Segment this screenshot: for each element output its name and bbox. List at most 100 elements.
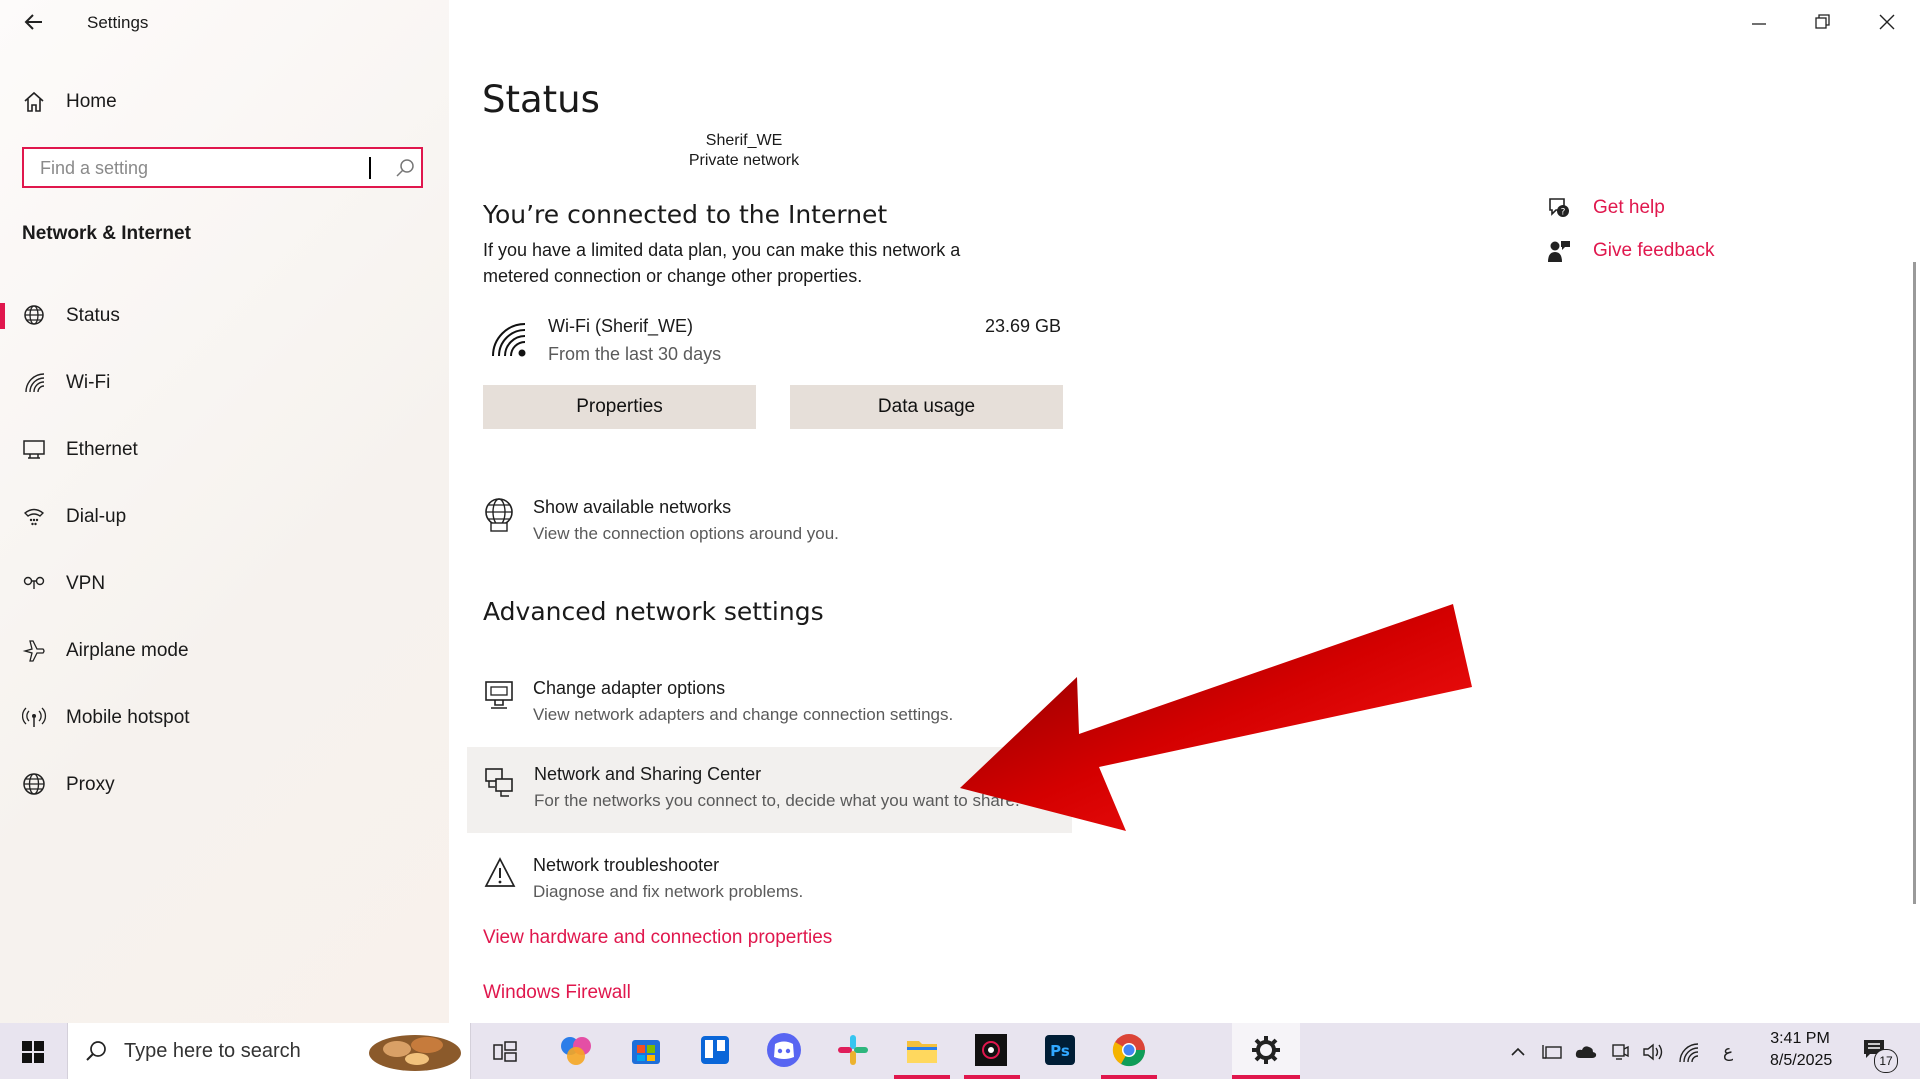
advanced-heading: Advanced network settings (483, 597, 824, 626)
sidebar: Settings Home Network & Internet Status … (0, 0, 449, 1023)
dialup-icon (22, 504, 48, 530)
sidebar-item-proxy[interactable]: Proxy (0, 759, 449, 811)
sharing-center-title: Network and Sharing Center (534, 764, 762, 784)
red-arrow-annotation (950, 595, 1480, 840)
sidebar-item-status[interactable]: Status (0, 290, 449, 342)
globe-icon (22, 772, 48, 798)
settings-active-indicator (1232, 1075, 1300, 1079)
search-highlight-image-icon (365, 1027, 465, 1075)
sidebar-item-label: VPN (66, 573, 106, 594)
close-icon[interactable] (1877, 12, 1897, 32)
hardware-properties-link[interactable]: View hardware and connection properties (483, 927, 832, 949)
clock-date: 8/5/2025 (1770, 1052, 1833, 1069)
svg-text:Ps: Ps (1050, 1042, 1070, 1060)
file-explorer-icon[interactable] (902, 1030, 942, 1070)
wifi-icon (22, 370, 48, 396)
show-networks-desc: View the connection options around you. (533, 524, 839, 543)
connected-heading: You’re connected to the Internet (483, 200, 888, 229)
sidebar-item-label: Ethernet (66, 439, 138, 460)
notification-count-badge: 17 (1874, 1049, 1898, 1073)
warning-icon (483, 855, 517, 891)
wifi-signal-icon (489, 320, 529, 360)
window-title: Settings (87, 13, 149, 32)
language-indicator[interactable]: ع (1723, 1042, 1733, 1062)
clock[interactable]: 3:41 PM 8/5/2025 (1770, 1028, 1833, 1072)
windows-firewall-link[interactable]: Windows Firewall (483, 982, 631, 1004)
troubleshooter-desc: Diagnose and fix network problems. (533, 882, 804, 901)
wifi-period: From the last 30 days (548, 344, 722, 364)
connected-desc-line-1: If you have a limited data plan, you can… (483, 240, 961, 260)
show-networks-title: Show available networks (533, 497, 732, 517)
network-summary: Sherif_WE Private network (634, 132, 854, 170)
trello-icon[interactable] (695, 1030, 735, 1070)
taskbar-search-box[interactable]: Type here to search (67, 1023, 471, 1079)
scrollbar[interactable] (1913, 262, 1916, 904)
feedback-icon[interactable] (1546, 238, 1572, 264)
sidebar-item-label: Status (66, 305, 120, 326)
sidebar-item-label: Mobile hotspot (66, 707, 190, 728)
sidebar-item-airplane[interactable]: Airplane mode (0, 625, 449, 677)
ethernet-icon (22, 437, 48, 463)
section-title: Network & Internet (22, 223, 191, 244)
text-caret (369, 157, 371, 179)
explorer-active-indicator (894, 1075, 950, 1079)
taskbar-search-placeholder: Type here to search (124, 1040, 301, 1062)
chrome-active-indicator (1101, 1075, 1157, 1079)
svg-text:?: ? (1561, 208, 1566, 218)
restore-icon[interactable] (1813, 12, 1833, 32)
tray-device-icon[interactable] (1541, 1042, 1563, 1062)
search-input[interactable] (38, 149, 372, 187)
globe-network-icon (483, 497, 517, 533)
change-adapter-desc: View network adapters and change connect… (533, 705, 954, 724)
troubleshooter-row[interactable]: Network troubleshooter Diagnose and fix … (479, 853, 1079, 913)
minimize-icon[interactable] (1749, 14, 1769, 34)
settings-gear-icon[interactable] (1246, 1030, 1286, 1070)
photoshop-icon[interactable]: Ps (1040, 1030, 1080, 1070)
search-box[interactable] (22, 147, 423, 188)
sidebar-item-ethernet[interactable]: Ethernet (0, 424, 449, 476)
give-feedback-link[interactable]: Give feedback (1593, 240, 1714, 262)
troubleshooter-title: Network troubleshooter (533, 855, 720, 875)
monitor-adapter-icon (483, 678, 517, 714)
sharing-center-icon (483, 765, 517, 801)
volume-icon[interactable] (1641, 1041, 1665, 1063)
show-networks-row[interactable]: Show available networks View the connect… (479, 495, 1079, 555)
copilot-app-icon[interactable] (556, 1030, 596, 1070)
tray-wifi-icon[interactable] (1678, 1042, 1700, 1064)
sidebar-item-vpn[interactable]: VPN (0, 558, 449, 610)
sidebar-item-hotspot[interactable]: Mobile hotspot (0, 692, 449, 744)
tray-meet-icon[interactable] (1610, 1041, 1630, 1063)
connected-desc-line-2: metered connection or change other prope… (483, 266, 863, 286)
sidebar-item-label: Proxy (66, 774, 115, 795)
sidebar-item-label: Dial-up (66, 506, 127, 527)
sidebar-item-label: Wi-Fi (66, 372, 111, 393)
chrome-icon[interactable] (1109, 1030, 1149, 1070)
windows-start-icon[interactable] (21, 1040, 45, 1064)
wifi-data-usage: 23.69 GB (985, 316, 1062, 336)
data-usage-button[interactable]: Data usage (790, 385, 1063, 429)
vpn-icon (22, 571, 48, 597)
microsoft-store-icon[interactable] (626, 1030, 666, 1070)
search-icon[interactable] (395, 158, 415, 178)
sidebar-item-wifi[interactable]: Wi-Fi (0, 357, 449, 409)
discord-icon[interactable] (764, 1030, 804, 1070)
slack-icon[interactable] (833, 1030, 873, 1070)
onedrive-cloud-icon[interactable] (1574, 1043, 1598, 1061)
globe-status-icon (22, 303, 48, 329)
hotspot-icon (21, 705, 48, 731)
wifi-name: Wi-Fi (Sherif_WE) (548, 316, 693, 336)
get-help-icon[interactable]: ? (1546, 195, 1572, 221)
network-name: Sherif_WE (705, 132, 783, 149)
sidebar-item-dialup[interactable]: Dial-up (0, 491, 449, 543)
airplane-icon (22, 638, 48, 664)
back-arrow-icon[interactable] (22, 10, 46, 34)
properties-button[interactable]: Properties (483, 385, 756, 429)
clock-time: 3:41 PM (1770, 1030, 1830, 1047)
home-icon[interactable] (23, 91, 45, 113)
task-view-icon[interactable] (492, 1039, 518, 1065)
taskbar-search-icon (84, 1039, 108, 1063)
chevron-up-icon[interactable] (1508, 1042, 1528, 1062)
get-help-link[interactable]: Get help (1593, 197, 1665, 219)
home-link[interactable]: Home (66, 91, 117, 113)
obs-app-icon[interactable] (971, 1030, 1011, 1070)
